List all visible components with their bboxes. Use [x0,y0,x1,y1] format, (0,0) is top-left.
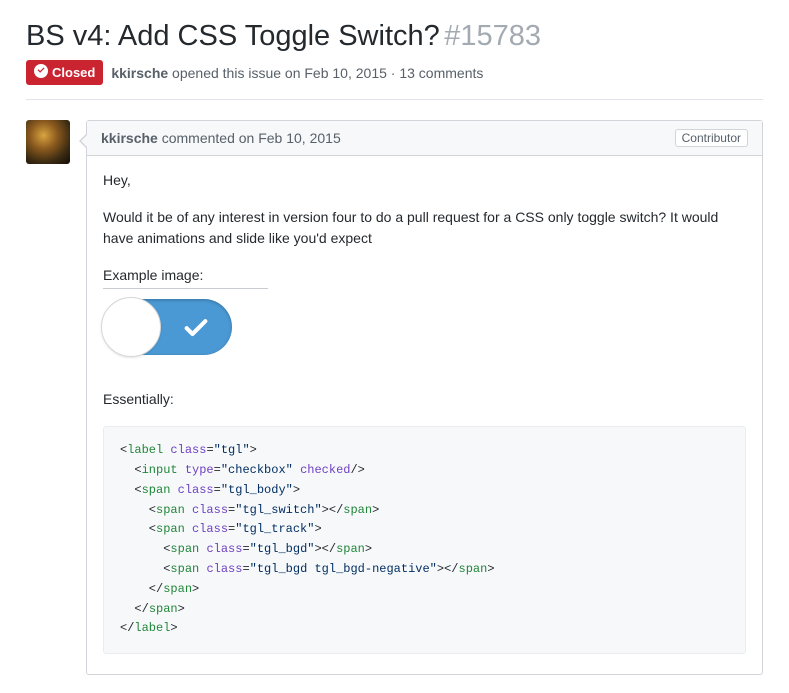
state-badge-closed: Closed [26,60,103,85]
closed-icon [34,64,48,81]
comment-box: kkirsche commented on Feb 10, 2015 Contr… [86,120,763,675]
contributor-badge: Contributor [675,129,748,147]
comment-author-link[interactable]: kkirsche [101,130,158,146]
comment-body: Hey, Would it be of any interest in vers… [87,156,762,674]
issue-byline: kkirsche opened this issue on Feb 10, 20… [111,65,483,81]
check-icon [182,313,210,341]
example-caption: Example image: [103,265,268,289]
comment-byline: kkirsche commented on Feb 10, 2015 [101,130,341,146]
greeting-text: Hey, [103,170,746,191]
toggle-switch [103,299,232,355]
issue-meta-row: Closed kkirsche opened this issue on Feb… [26,60,763,100]
issue-title-row: BS v4: Add CSS Toggle Switch? #15783 [26,18,763,54]
body-paragraph: Would it be of any interest in version f… [103,207,746,249]
comment-header: kkirsche commented on Feb 10, 2015 Contr… [87,121,762,156]
code-block: <label class="tgl"> <input type="checkbo… [103,426,746,654]
issue-number: #15783 [444,20,541,52]
state-label: Closed [52,65,95,80]
essentially-label: Essentially: [103,389,746,410]
issue-author-link[interactable]: kkirsche [111,65,168,81]
issue-opened-text: opened this issue on Feb 10, 2015 · 13 c… [168,65,483,81]
toggle-knob [101,297,161,357]
comment-timestamp: commented on Feb 10, 2015 [158,130,341,146]
avatar[interactable] [26,120,70,164]
issue-title: BS v4: Add CSS Toggle Switch? [26,20,440,52]
timeline: kkirsche commented on Feb 10, 2015 Contr… [26,120,763,675]
toggle-example-figure [103,299,746,355]
